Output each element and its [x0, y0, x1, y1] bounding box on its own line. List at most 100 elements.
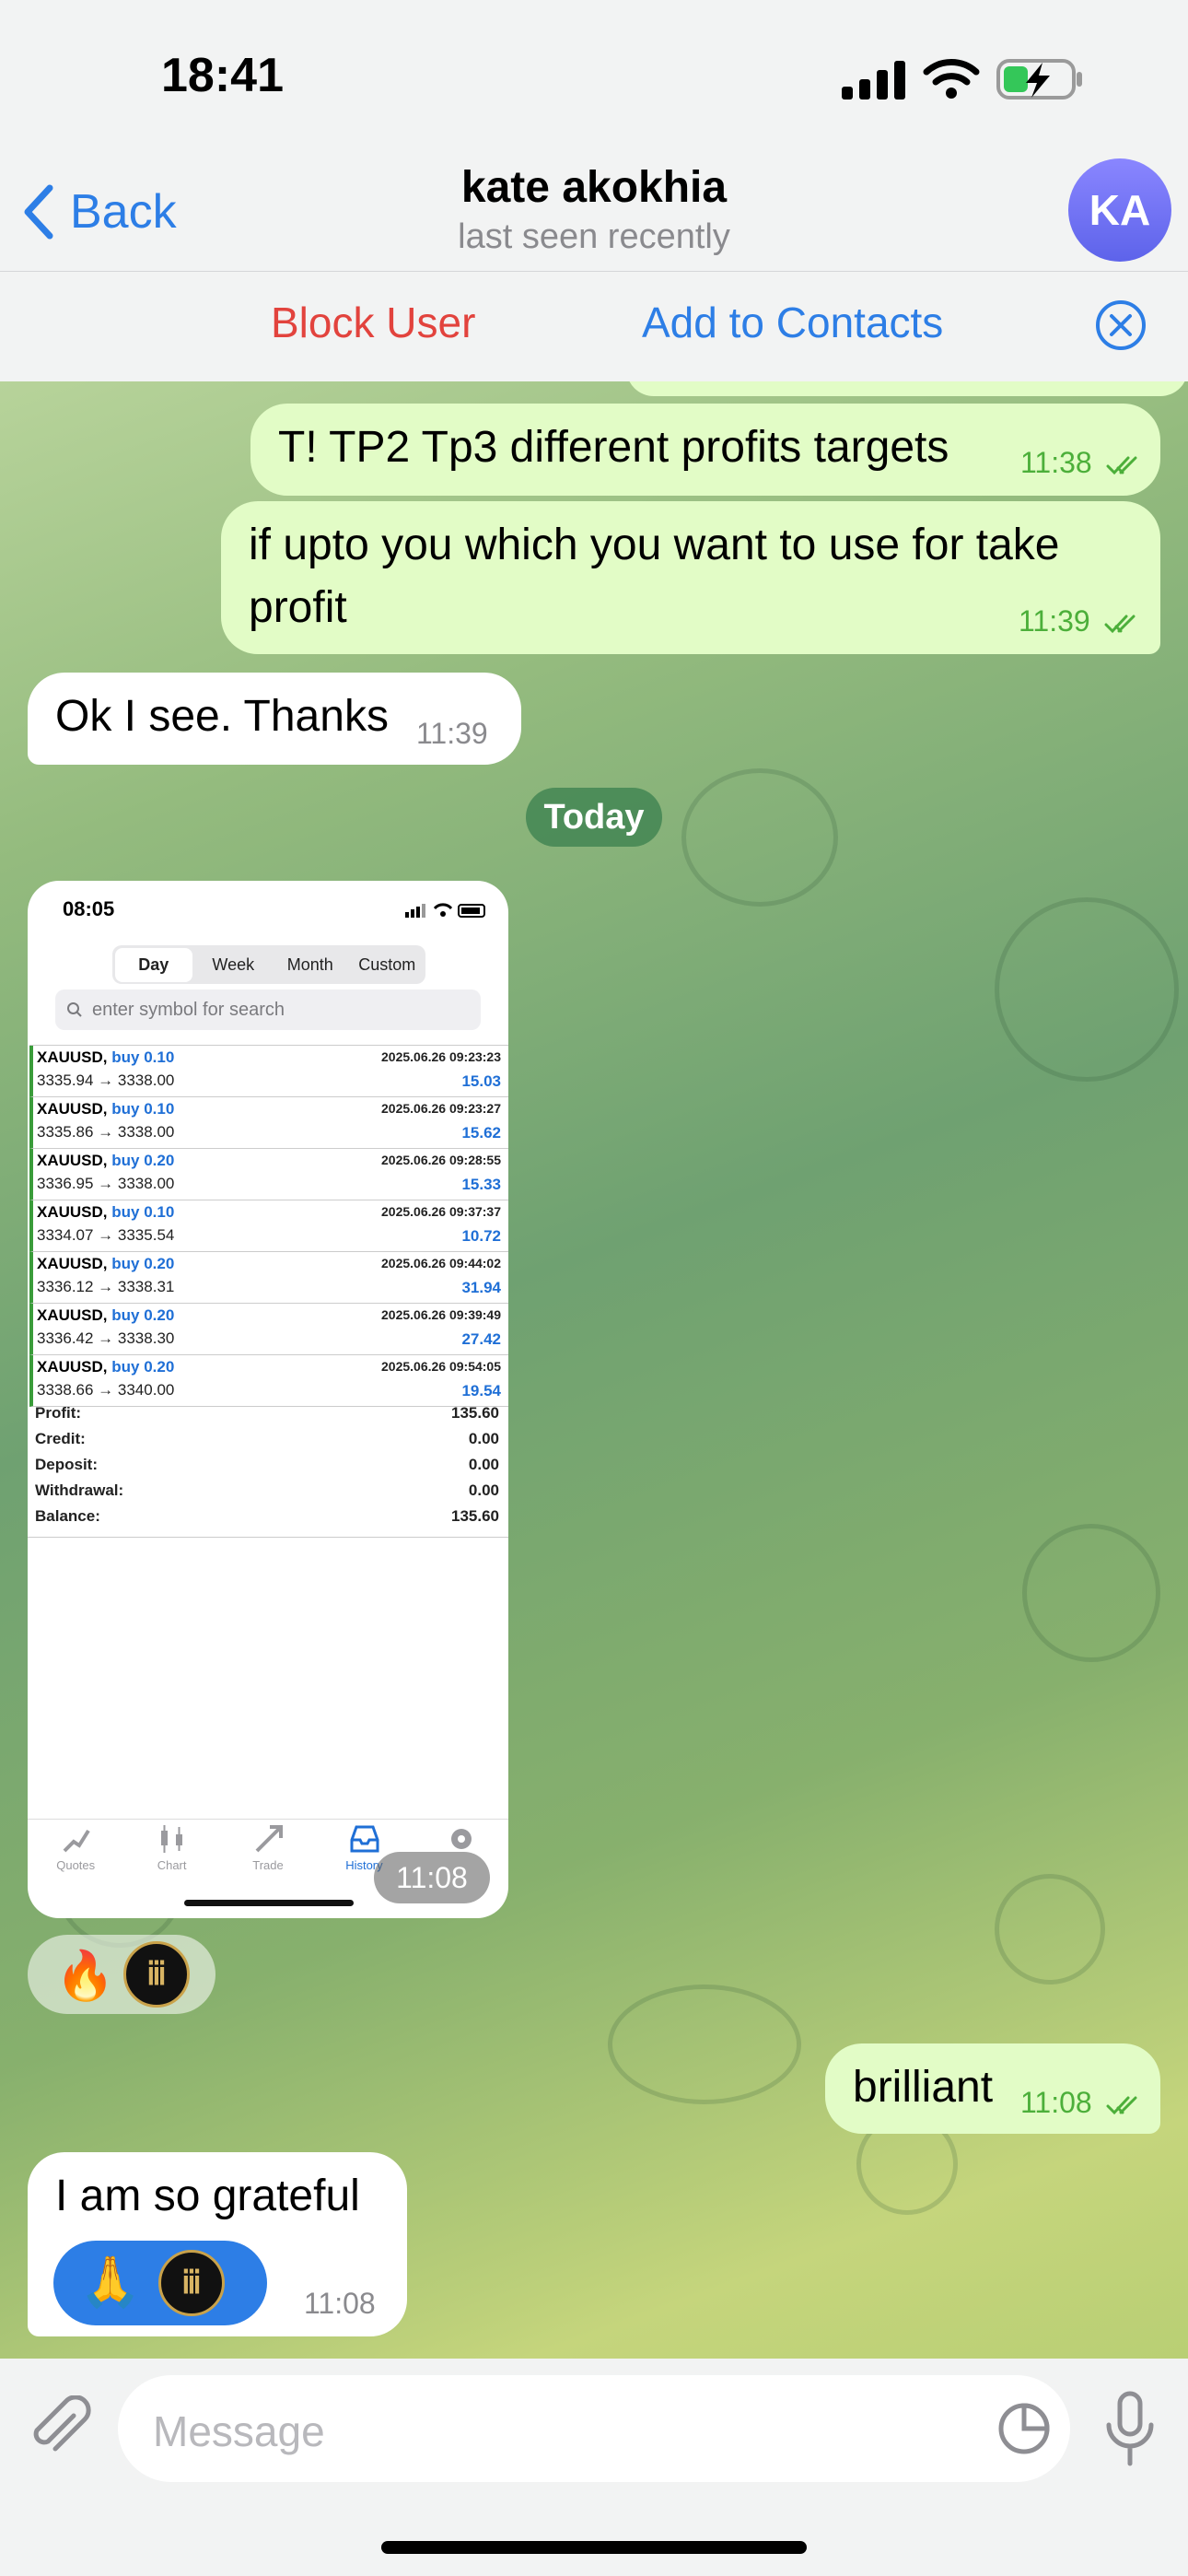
tab-chart: Chart	[123, 1820, 219, 1884]
emoji-pill: 🙏 ⅲ	[53, 2241, 267, 2325]
trade-symbol: XAUUSD,	[37, 1048, 108, 1066]
summary-row: Profit: 135.60	[35, 1404, 499, 1430]
summary-label: Deposit:	[35, 1456, 98, 1473]
trade-row: XAUUSD, buy 0.10 3334.07 → 3335.54 2025.…	[29, 1200, 508, 1252]
trade-datetime: 2025.06.26 09:23:23	[381, 1049, 501, 1064]
summary-label: Profit:	[35, 1404, 82, 1422]
summary-row: Balance: 135.60	[35, 1507, 499, 1533]
message-time-label: 11:08	[1020, 2086, 1092, 2119]
message-placeholder: Message	[153, 2407, 325, 2455]
message-image-screenshot[interactable]: 08:05 Day Week Month Custom enter symbol…	[28, 881, 508, 1918]
message-text: I am so grateful	[55, 2172, 360, 2220]
message-text: if upto you which you want to use for ta…	[249, 521, 1060, 632]
message-outgoing-1[interactable]: T! TP2 Tp3 different profits targets 11:…	[250, 404, 1160, 496]
message-text: T! TP2 Tp3 different profits targets	[278, 423, 949, 472]
message-outgoing-2[interactable]: if upto you which you want to use for ta…	[221, 501, 1160, 654]
double-check-icon	[1104, 615, 1136, 633]
trade-icon	[255, 1825, 283, 1853]
status-bar: 18:41	[0, 0, 1188, 157]
message-incoming-1[interactable]: Ok I see. Thanks 11:39	[28, 673, 521, 765]
gear-icon	[450, 1829, 472, 1849]
summary-row: Deposit: 0.00	[35, 1456, 499, 1481]
trade-side: buy 0.20	[111, 1152, 175, 1169]
pray-emoji: 🙏	[79, 2254, 142, 2310]
screenshot-home-indicator	[184, 1900, 354, 1906]
trade-symbol: XAUUSD,	[37, 1358, 108, 1376]
period-month[interactable]: Month	[272, 955, 349, 975]
wifi-icon	[923, 59, 980, 99]
summary-value: 135.60	[451, 1404, 499, 1422]
fire-emoji: 🔥	[55, 1950, 115, 2003]
trade-side: buy 0.10	[111, 1100, 175, 1118]
date-separator: Today	[526, 788, 662, 847]
contact-action-bar: Block User Add to Contacts	[0, 272, 1188, 382]
summary-value: 0.00	[468, 1456, 499, 1473]
summary-value: 0.00	[468, 1430, 499, 1447]
microphone-icon[interactable]	[1098, 2390, 1162, 2469]
paperclip-icon[interactable]	[26, 2395, 94, 2464]
trade-profit: 15.33	[461, 1176, 501, 1193]
message-incoming-emoji[interactable]: 🔥 ⅲ	[28, 1935, 215, 2014]
avatar[interactable]: KA	[1068, 158, 1171, 262]
tab-label: Trade	[252, 1858, 284, 1872]
trade-prices: 3335.94 → 3338.00	[37, 1071, 175, 1089]
status-time: 18:41	[161, 49, 284, 102]
message-time: 11:08	[1020, 2086, 1147, 2120]
trade-row: XAUUSD, buy 0.20 3336.42 → 3338.30 2025.…	[29, 1304, 508, 1355]
add-to-contacts-button[interactable]: Add to Contacts	[642, 298, 943, 347]
home-indicator	[381, 2541, 807, 2554]
avatar-initials: KA	[1089, 186, 1151, 234]
message-outgoing-3[interactable]: brilliant 11:08	[825, 2043, 1160, 2134]
trade-datetime: 2025.06.26 09:44:02	[381, 1256, 501, 1270]
trade-row: XAUUSD, buy 0.10 3335.94 → 3338.00 2025.…	[29, 1046, 508, 1097]
trade-datetime: 2025.06.26 09:39:49	[381, 1307, 501, 1322]
trade-side: buy 0.20	[111, 1306, 175, 1324]
screenshot-search-field[interactable]: enter symbol for search	[55, 989, 481, 1030]
trade-prices: 3336.95 → 3338.00	[37, 1175, 175, 1192]
trade-side: buy 0.20	[111, 1358, 175, 1376]
block-user-button[interactable]: Block User	[271, 298, 475, 347]
message-text: Ok I see. Thanks	[55, 692, 389, 741]
account-summary: Profit: 135.60 Credit: 0.00 Deposit: 0.00 W…	[35, 1404, 499, 1533]
inbox-icon	[350, 1825, 379, 1853]
trade-prices: 3336.42 → 3338.30	[37, 1329, 175, 1347]
close-icon[interactable]	[1095, 299, 1147, 351]
tab-label: Chart	[157, 1858, 187, 1872]
trade-profit: 31.94	[461, 1279, 501, 1296]
trade-profit: 10.72	[461, 1227, 501, 1245]
trade-prices: 3338.66 → 3340.00	[37, 1381, 175, 1399]
trade-symbol: XAUUSD,	[37, 1100, 108, 1118]
summary-value: 0.00	[468, 1481, 499, 1499]
period-day[interactable]: Day	[115, 947, 192, 982]
trade-history-list: XAUUSD, buy 0.10 3335.94 → 3338.00 2025.…	[29, 1045, 508, 1407]
period-week[interactable]: Week	[195, 955, 273, 975]
trade-datetime: 2025.06.26 09:37:37	[381, 1204, 501, 1219]
summary-label: Balance:	[35, 1507, 100, 1525]
trade-prices: 3334.07 → 3335.54	[37, 1226, 175, 1244]
message-input[interactable]: Message	[118, 2375, 1070, 2482]
message-composer: Message	[0, 2359, 1188, 2576]
message-time: 11:39	[416, 717, 488, 751]
search-placeholder: enter symbol for search	[92, 999, 285, 1020]
tab-trade: Trade	[220, 1820, 316, 1884]
message-incoming-2[interactable]: I am so grateful 🙏 ⅲ 11:08	[28, 2152, 407, 2336]
message-time: 11:38	[1020, 446, 1147, 480]
sticker-icon[interactable]	[996, 2401, 1052, 2456]
battery-icon	[996, 59, 1082, 100]
message-time: 11:39	[1019, 604, 1145, 638]
period-custom[interactable]: Custom	[349, 955, 426, 975]
chat-title[interactable]: kate akokhia	[0, 162, 1188, 213]
summary-row: Withdrawal: 0.00	[35, 1481, 499, 1507]
message-time: 11:08	[374, 1852, 490, 1903]
trade-datetime: 2025.06.26 09:54:05	[381, 1359, 501, 1374]
period-segmented-control[interactable]: Day Week Month Custom	[112, 945, 425, 984]
summary-label: Withdrawal:	[35, 1481, 124, 1499]
message-time: 11:08	[304, 2287, 376, 2321]
signal-icon	[842, 61, 905, 100]
quotes-icon	[63, 1829, 90, 1853]
trade-profit: 27.42	[461, 1330, 501, 1348]
trade-prices: 3335.86 → 3338.00	[37, 1123, 175, 1141]
trade-profit: 15.03	[461, 1072, 501, 1090]
chat-subtitle: last seen recently	[458, 217, 730, 256]
trade-datetime: 2025.06.26 09:23:27	[381, 1101, 501, 1116]
